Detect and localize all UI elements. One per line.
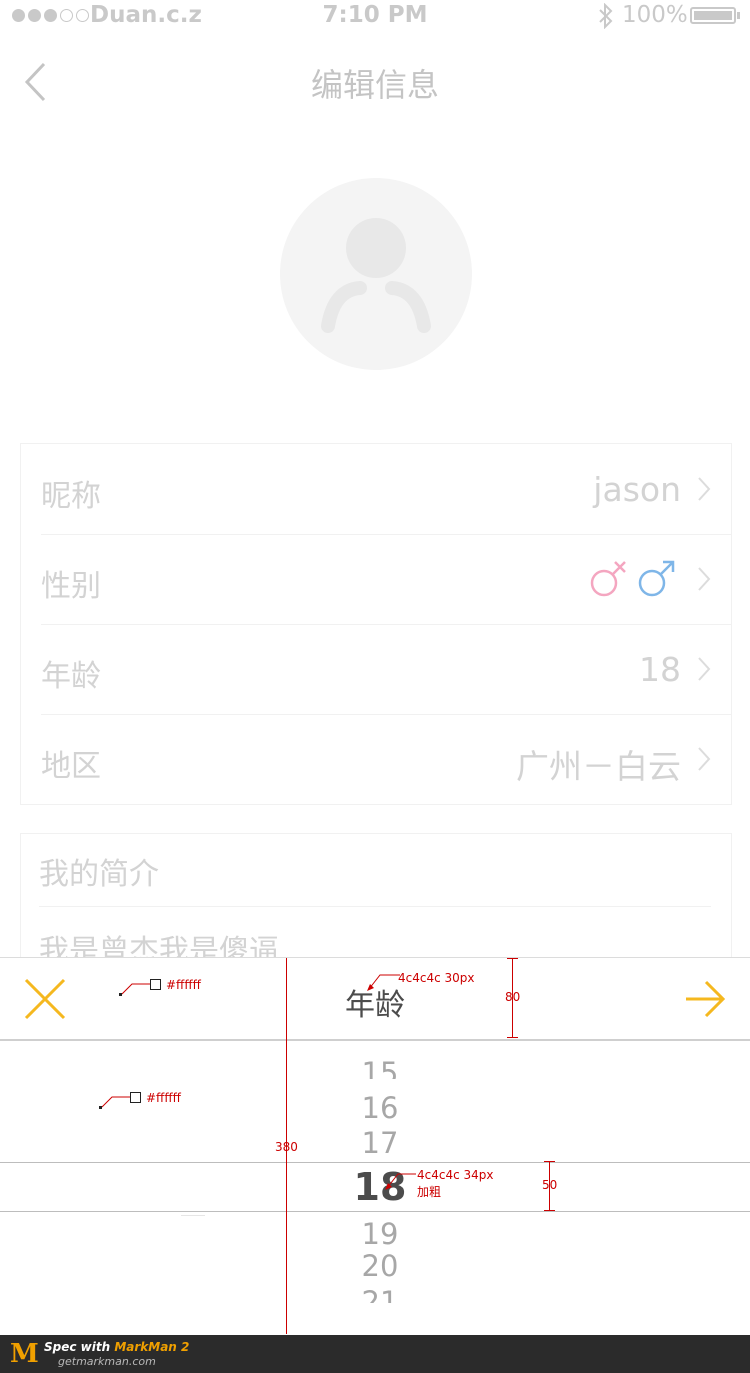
footer-url[interactable]: getmarkman.com: [58, 1355, 156, 1368]
wheel-option[interactable]: 19: [0, 1217, 750, 1251]
wheel-option[interactable]: 21: [0, 1285, 750, 1303]
wheel-option[interactable]: 20: [0, 1249, 750, 1283]
spec-color-2: #ffffff: [146, 1091, 181, 1105]
chevron-right-icon: [698, 747, 711, 771]
wheel-option[interactable]: 17: [0, 1126, 750, 1160]
chevron-right-icon: [698, 567, 711, 591]
spec-arrow-icon: [367, 974, 400, 991]
chevron-right-icon: [698, 477, 711, 501]
color-swatch: [130, 1092, 141, 1103]
spec-color-1: #ffffff: [166, 978, 201, 992]
age-picker-sheet: 年龄 15 16 17 18 19 20 21: [0, 957, 750, 1336]
wheel-tick-mark: [181, 1215, 205, 1216]
user-silhouette-icon: [321, 218, 431, 333]
nickname-label: 昵称: [41, 479, 101, 514]
spec-arrow-icon: [99, 1096, 130, 1109]
spec-picker-height: 380: [275, 1140, 298, 1154]
profile-info-card: 昵称 jason 性别 年龄 18 地区 广州－白云: [20, 443, 732, 805]
battery-icon: [690, 7, 736, 24]
region-row[interactable]: 地区 广州－白云: [41, 714, 711, 804]
spec-arrow-icon: [119, 983, 150, 996]
battery-percentage: 100%: [622, 2, 688, 28]
footer-brand: Spec with MarkMan 2: [44, 1340, 189, 1354]
spec-cap: [544, 1161, 555, 1162]
region-value: 广州－白云: [516, 747, 681, 786]
spec-cap: [544, 1210, 555, 1211]
color-swatch: [150, 979, 161, 990]
spec-arrow-icon: [385, 1173, 416, 1190]
nickname-row[interactable]: 昵称 jason: [41, 444, 711, 534]
chevron-right-icon: [698, 657, 711, 681]
spec-row-height: 50: [542, 1178, 558, 1192]
region-label: 地区: [41, 749, 101, 784]
female-symbol-icon[interactable]: [589, 558, 629, 598]
gender-row[interactable]: 性别: [41, 534, 711, 624]
spec-header-height: 80: [505, 990, 521, 1004]
age-value: 18: [639, 650, 681, 689]
spec-selected-bold: 加粗: [417, 1185, 442, 1199]
selection-line-top: [0, 1162, 750, 1163]
gender-label: 性别: [41, 569, 101, 604]
intro-label: 我的简介: [39, 857, 159, 892]
selection-line-bottom: [0, 1211, 750, 1212]
avatar[interactable]: [280, 178, 472, 370]
spec-selected-font: 4c4c4c 34px: [417, 1168, 494, 1182]
wheel-option[interactable]: 15: [0, 1061, 750, 1079]
nickname-value: jason: [593, 470, 681, 509]
footer-brand-name: MarkMan 2: [114, 1340, 190, 1354]
age-label: 年龄: [41, 659, 101, 694]
footer-brand-prefix: Spec with: [44, 1340, 115, 1354]
confirm-arrow-icon[interactable]: [684, 980, 726, 1018]
spec-cap: [507, 1037, 518, 1038]
age-row[interactable]: 年龄 18: [41, 624, 711, 714]
row-divider: [39, 906, 711, 907]
picker-header: 年龄: [0, 958, 750, 1041]
bluetooth-icon: [599, 3, 613, 29]
page-title: 编辑信息: [310, 66, 439, 104]
markman-footer: M Spec with MarkMan 2 getmarkman.com: [0, 1335, 750, 1373]
spec-cap: [507, 958, 518, 959]
wheel-option-selected[interactable]: 18: [0, 1165, 750, 1209]
spec-title-font: 4c4c4c 30px: [398, 971, 475, 985]
markman-logo-icon: M: [10, 1339, 39, 1369]
age-wheel[interactable]: 15 16 17 18 19 20 21: [0, 1039, 750, 1336]
male-symbol-icon[interactable]: [637, 558, 677, 598]
status-bar: Duan.c.z 7:10 PM 100%: [0, 0, 750, 32]
